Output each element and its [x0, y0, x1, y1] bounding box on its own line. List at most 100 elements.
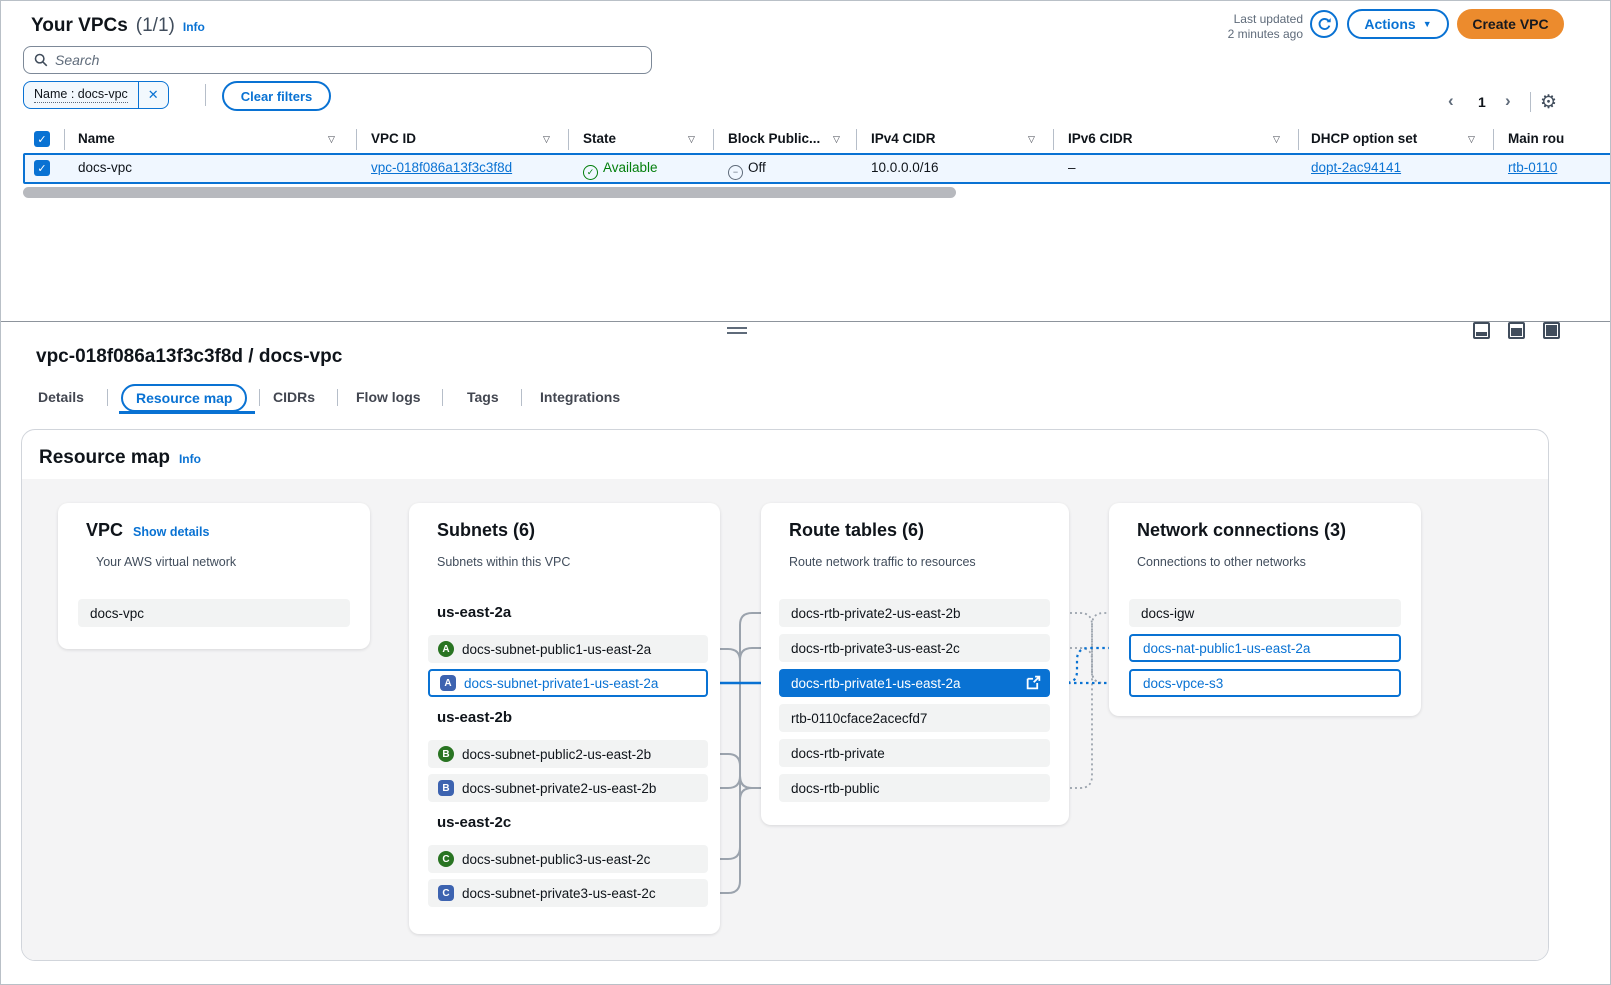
page-title-text: Your VPCs	[31, 15, 128, 37]
column-divider	[856, 129, 857, 150]
az-label: us-east-2b	[437, 709, 512, 726]
tab-integrations[interactable]: Integrations	[540, 389, 620, 405]
subnet-item[interactable]: C docs-subnet-private3-us-east-2c	[428, 879, 708, 907]
subnet-item-selected[interactable]: A docs-subnet-private1-us-east-2a	[428, 669, 708, 697]
filter-icon[interactable]: ▽	[1028, 134, 1035, 145]
route-table-item[interactable]: rtb-0110cface2acecfd7	[779, 704, 1050, 732]
create-vpc-button[interactable]: Create VPC	[1457, 9, 1564, 39]
page-title: Your VPCs (1/1) Info	[31, 15, 205, 37]
available-check-icon: ✓	[583, 165, 598, 180]
subnets-column-title: Subnets (6)	[437, 520, 535, 541]
panel-size-small-icon[interactable]	[1473, 322, 1490, 339]
resource-map-header: Resource map Info	[39, 447, 201, 469]
check-icon: ✓	[37, 162, 46, 175]
cell-main-route-link[interactable]: rtb-0110	[1508, 160, 1557, 175]
route-table-item[interactable]: docs-rtb-private2-us-east-2b	[779, 599, 1050, 627]
prev-page-button[interactable]: ‹	[1448, 91, 1454, 111]
last-updated: Last updated 2 minutes ago	[1189, 12, 1303, 42]
panel-size-large-icon[interactable]	[1543, 322, 1560, 339]
col-header-main-route[interactable]: Main rou	[1508, 131, 1564, 146]
next-page-button[interactable]: ›	[1505, 91, 1511, 111]
subnet-item[interactable]: B docs-subnet-public2-us-east-2b	[428, 740, 708, 768]
info-link[interactable]: Info	[183, 20, 205, 34]
cell-name: docs-vpc	[78, 160, 132, 175]
external-link-icon[interactable]	[1025, 674, 1042, 694]
horizontal-scrollbar[interactable]	[23, 187, 956, 198]
col-header-name[interactable]: Name	[78, 131, 115, 146]
filter-icon[interactable]: ▽	[1468, 134, 1475, 145]
col-header-block-public[interactable]: Block Public...	[728, 131, 820, 146]
public-subnet-badge: B	[438, 746, 454, 762]
col-header-dhcp[interactable]: DHCP option set	[1311, 131, 1417, 146]
actions-button[interactable]: Actions ▼	[1347, 9, 1449, 39]
search-input[interactable]	[55, 52, 641, 68]
panel-size-medium-icon[interactable]	[1508, 322, 1525, 339]
network-connections-column-title: Network connections (3)	[1137, 520, 1346, 541]
route-tables-column: Route tables (6) Route network traffic t…	[761, 503, 1069, 825]
tab-tags[interactable]: Tags	[467, 389, 499, 405]
subnets-column-subtitle: Subnets within this VPC	[437, 555, 570, 569]
search-box	[23, 46, 652, 74]
column-divider	[356, 129, 357, 150]
route-tables-column-title: Route tables (6)	[789, 520, 924, 541]
active-tab-underline	[119, 411, 255, 414]
filter-icon[interactable]: ▽	[833, 134, 840, 145]
vpc-column: VPC Show details Your AWS virtual networ…	[58, 503, 370, 649]
cell-dhcp-link[interactable]: dopt-2ac94141	[1311, 160, 1401, 175]
subnet-item[interactable]: A docs-subnet-public1-us-east-2a	[428, 635, 708, 663]
filter-chip-remove-button[interactable]: ✕	[138, 82, 168, 108]
private-subnet-badge: B	[438, 780, 454, 796]
check-icon: ✓	[37, 133, 46, 146]
off-minus-icon: −	[728, 165, 743, 180]
route-table-item[interactable]: docs-rtb-private3-us-east-2c	[779, 634, 1050, 662]
tab-divider	[442, 389, 443, 406]
column-divider	[713, 129, 714, 150]
vpc-item[interactable]: docs-vpc	[78, 599, 350, 627]
filter-icon[interactable]: ▽	[328, 134, 335, 145]
connection-item-highlighted[interactable]: docs-nat-public1-us-east-2a	[1129, 634, 1401, 662]
col-header-ipv6[interactable]: IPv6 CIDR	[1068, 131, 1133, 146]
col-header-vpc-id[interactable]: VPC ID	[371, 131, 416, 146]
subnet-item[interactable]: B docs-subnet-private2-us-east-2b	[428, 774, 708, 802]
public-subnet-badge: C	[438, 851, 454, 867]
cell-ipv6: –	[1068, 160, 1076, 175]
row-checkbox[interactable]: ✓	[34, 160, 50, 176]
filter-chip-label: Name : docs-vpc	[24, 82, 138, 108]
connection-item-highlighted[interactable]: docs-vpce-s3	[1129, 669, 1401, 697]
cell-vpc-id-link[interactable]: vpc-018f086a13f3c3f8d	[371, 160, 512, 175]
cell-ipv4: 10.0.0.0/16	[871, 160, 939, 175]
select-all-checkbox[interactable]: ✓	[34, 131, 50, 147]
connection-item[interactable]: docs-igw	[1129, 599, 1401, 627]
vpc-column-title: VPC	[86, 520, 123, 541]
route-table-item[interactable]: docs-rtb-private	[779, 739, 1050, 767]
filter-icon[interactable]: ▽	[688, 134, 695, 145]
detail-panel-title: vpc-018f086a13f3c3f8d / docs-vpc	[36, 346, 342, 368]
route-table-item[interactable]: docs-rtb-public	[779, 774, 1050, 802]
cell-state: ✓Available	[583, 160, 658, 180]
col-header-ipv4[interactable]: IPv4 CIDR	[871, 131, 936, 146]
tab-divider	[259, 389, 260, 406]
tab-divider	[521, 389, 522, 406]
tab-resource-map[interactable]: Resource map	[121, 384, 247, 412]
filter-icon[interactable]: ▽	[543, 134, 550, 145]
column-divider	[1298, 129, 1299, 150]
clear-filters-button[interactable]: Clear filters	[222, 81, 331, 111]
filter-icon[interactable]: ▽	[1273, 134, 1280, 145]
network-connections-column-subtitle: Connections to other networks	[1137, 555, 1306, 569]
divider	[1530, 92, 1531, 112]
current-page[interactable]: 1	[1478, 94, 1486, 110]
split-drag-handle[interactable]	[727, 327, 747, 337]
tab-details[interactable]: Details	[38, 389, 84, 405]
search-icon	[34, 53, 48, 67]
show-details-link[interactable]: Show details	[133, 525, 209, 539]
tab-flow-logs[interactable]: Flow logs	[356, 389, 421, 405]
info-link[interactable]: Info	[179, 452, 201, 466]
route-table-item-selected[interactable]: docs-rtb-private1-us-east-2a	[779, 669, 1050, 697]
preferences-gear-icon[interactable]: ⚙	[1540, 91, 1557, 114]
refresh-button[interactable]	[1310, 10, 1338, 38]
caret-down-icon: ▼	[1423, 20, 1432, 29]
subnet-item[interactable]: C docs-subnet-public3-us-east-2c	[428, 845, 708, 873]
col-header-state[interactable]: State	[583, 131, 616, 146]
tab-cidrs[interactable]: CIDRs	[273, 389, 315, 405]
tab-divider	[337, 389, 338, 406]
